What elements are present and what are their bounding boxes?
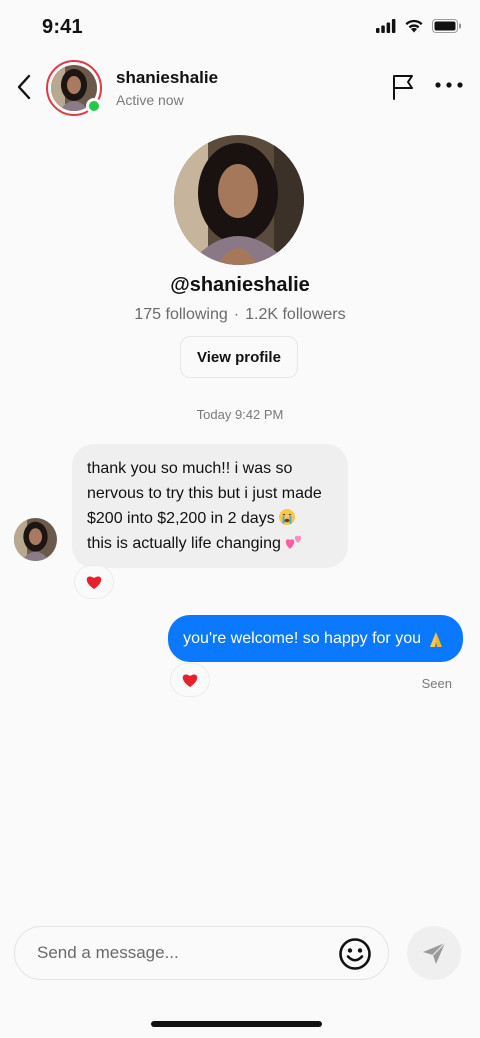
message-composer [14, 926, 389, 980]
sender-avatar-photo [14, 518, 57, 561]
seen-receipt: Seen [421, 676, 452, 691]
red-heart-emoji [182, 674, 198, 687]
profile-handle: @shanieshalie [170, 274, 310, 296]
message-line-text: $200 into $2,200 in 2 days [87, 510, 275, 527]
view-profile-button[interactable]: View profile [180, 336, 298, 378]
followers-count: 1.2K followers [245, 306, 346, 323]
online-indicator [86, 98, 102, 114]
wifi-icon [405, 19, 423, 33]
incoming-message-bubble[interactable]: thank you so much!! i was so nervous to … [72, 444, 348, 568]
message-reaction[interactable] [170, 663, 210, 697]
message-text: you're welcome! so happy for you [183, 629, 421, 647]
header-username[interactable]: shanieshalie [116, 68, 218, 88]
message-input[interactable] [37, 927, 327, 979]
message-line: this is actually life changing [87, 531, 332, 556]
more-icon [435, 82, 463, 88]
profile-picture[interactable] [174, 135, 304, 265]
more-options-button[interactable] [434, 78, 464, 92]
back-button[interactable] [12, 72, 38, 102]
stats-separator: · [233, 306, 240, 323]
battery-icon [432, 18, 461, 33]
profile-stats: 175 following · 1.2K followers [0, 306, 480, 324]
folded-hands-emoji [430, 631, 442, 647]
chat-header: shanieshalie Active now [0, 52, 480, 124]
sender-avatar[interactable] [14, 518, 57, 561]
status-bar: 9:41 [0, 0, 480, 52]
crying-face-emoji [278, 509, 295, 525]
red-heart-emoji [86, 576, 102, 589]
send-icon [423, 942, 446, 964]
following-count: 175 following [134, 306, 228, 323]
outgoing-message-bubble[interactable]: you're welcome! so happy for you [168, 615, 463, 662]
send-button[interactable] [407, 926, 461, 980]
status-time: 9:41 [42, 16, 83, 38]
message-line-text: this is actually life changing [87, 535, 281, 552]
status-icons [376, 18, 462, 33]
back-chevron-icon [17, 74, 31, 100]
home-indicator [151, 1021, 322, 1027]
message-line: $200 into $2,200 in 2 days [87, 506, 332, 531]
header-avatar[interactable] [46, 60, 102, 116]
cellular-signal-icon [376, 18, 396, 33]
report-button[interactable] [390, 72, 416, 102]
message-timestamp: Today 9:42 PM [196, 407, 284, 422]
profile-photo [174, 135, 304, 265]
flag-icon [393, 75, 413, 100]
two-hearts-emoji [285, 535, 301, 549]
message-line: nervous to try this but i just made [87, 485, 322, 502]
message-line: thank you so much!! i was so [87, 460, 293, 477]
emoji-smiley-icon [339, 938, 371, 970]
message-reaction[interactable] [74, 565, 114, 599]
emoji-button[interactable] [338, 937, 372, 971]
active-status: Active now [116, 92, 184, 108]
